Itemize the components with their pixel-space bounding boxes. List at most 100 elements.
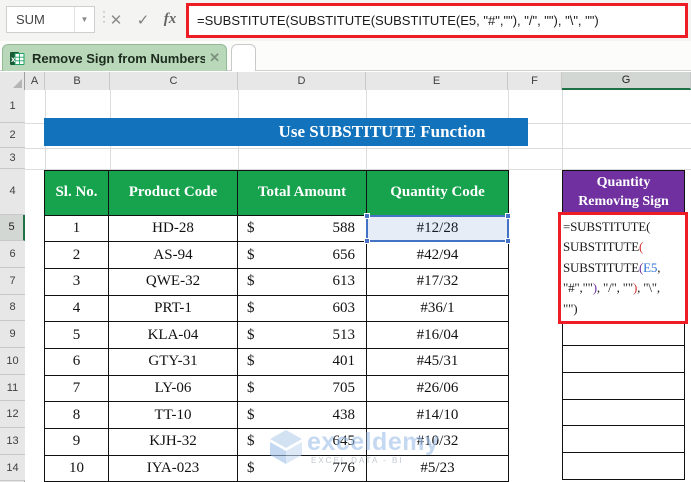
cell-total-amount[interactable]: $613	[238, 268, 367, 296]
table-row: 6 GTY-31 $401 #45/31	[45, 348, 509, 376]
row-header-3[interactable]: 3	[0, 148, 25, 169]
row-header-14[interactable]: 14	[0, 454, 25, 482]
cell-product-code[interactable]: LY-06	[109, 375, 238, 403]
column-header-G[interactable]: G	[562, 72, 691, 90]
cell-quantity-code[interactable]: #14/10	[367, 402, 509, 429]
row-header-6[interactable]: 6	[0, 241, 25, 268]
cell-total-amount[interactable]: $656	[238, 242, 367, 269]
result-empty-cell[interactable]	[563, 426, 685, 453]
cell-sl-no[interactable]: 4	[45, 295, 109, 323]
cell-quantity-code[interactable]: #26/06	[367, 375, 509, 403]
result-header-line2: Removing Sign	[578, 194, 669, 209]
sheet-tab-active[interactable]: x Remove Sign from Numbers * ✕	[2, 44, 227, 71]
result-empty-cell[interactable]	[563, 319, 685, 347]
enter-button[interactable]: ✓	[130, 6, 156, 33]
new-sheet-tab-stub[interactable]	[231, 44, 256, 71]
excel-window: SUM ▼ ⋮ ✕ ✓ fx =SUBSTITUTE(SUBSTITUTE(SU…	[0, 0, 691, 482]
cell-sl-no[interactable]: 9	[45, 429, 109, 456]
cell-quantity-code[interactable]: #17/32	[367, 268, 509, 296]
table-row: 7 LY-06 $705 #26/06	[45, 375, 509, 403]
table-row: 5 KLA-04 $513 #16/04	[45, 322, 509, 349]
table-row: 9 KJH-32 $645 #10/32	[45, 429, 509, 456]
formula-line: "")	[563, 300, 578, 316]
column-header-A[interactable]: A	[25, 72, 45, 90]
cell-product-code[interactable]: QWE-32	[109, 268, 238, 296]
corner-triangle-icon	[13, 79, 22, 88]
cell-total-amount[interactable]: $401	[238, 348, 367, 376]
formula-line: =SUBSTITUTE(	[563, 218, 651, 234]
result-empty-cell[interactable]	[563, 346, 685, 373]
column-header-D[interactable]: D	[238, 72, 366, 90]
formula-input[interactable]: =SUBSTITUTE(SUBSTITUTE(SUBSTITUTE(E5, "#…	[186, 3, 688, 38]
svg-text:x: x	[11, 55, 16, 64]
cell-quantity-code[interactable]: #42/94	[367, 242, 509, 269]
result-empty-cell[interactable]	[563, 399, 685, 427]
cell-quantity-code[interactable]: #45/31	[367, 348, 509, 376]
selection-handle[interactable]	[505, 212, 511, 219]
column-header-F[interactable]: F	[508, 72, 562, 90]
column-headers: ABCDEFG	[0, 72, 691, 90]
table-header-cell: Total Amount	[238, 170, 367, 216]
cell-product-code[interactable]: KLA-04	[109, 322, 238, 349]
tab-close-icon[interactable]: ✕	[205, 50, 220, 66]
cell-product-code[interactable]: KJH-32	[109, 429, 238, 456]
row-header-9[interactable]: 9	[0, 321, 25, 348]
cell-product-code[interactable]: AS-94	[109, 242, 238, 269]
result-column-header[interactable]: Quantity Removing Sign	[562, 169, 685, 215]
title-banner[interactable]: Use SUBSTITUTE Function	[44, 118, 528, 146]
select-all-corner[interactable]	[0, 72, 25, 90]
cell-sl-no[interactable]: 8	[45, 402, 109, 429]
cell-total-amount[interactable]: $776	[238, 455, 367, 482]
row-header-4[interactable]: 4	[0, 169, 25, 215]
column-header-E[interactable]: E	[366, 72, 508, 90]
cell-product-code[interactable]: TT-10	[109, 402, 238, 429]
cell-quantity-code[interactable]: #10/32	[367, 429, 509, 456]
cell-sl-no[interactable]: 1	[45, 215, 109, 243]
row-header-7[interactable]: 7	[0, 267, 25, 295]
name-box-dropdown-icon[interactable]: ▼	[74, 7, 94, 32]
row-header-10[interactable]: 10	[0, 348, 25, 375]
cell-product-code[interactable]: GTY-31	[109, 348, 238, 376]
row-header-2[interactable]: 2	[0, 123, 25, 148]
cancel-button[interactable]: ✕	[103, 6, 129, 33]
table-row: 10 IYA-023 $776 #5/23	[45, 455, 509, 482]
row-header-8[interactable]: 8	[0, 294, 25, 322]
selection-handle[interactable]	[364, 238, 370, 245]
cell-total-amount[interactable]: $513	[238, 322, 367, 349]
column-header-B[interactable]: B	[45, 72, 110, 90]
row-header-12[interactable]: 12	[0, 401, 25, 429]
row-header-1[interactable]: 1	[0, 90, 25, 123]
cell-total-amount[interactable]: $603	[238, 295, 367, 323]
cell-sl-no[interactable]: 2	[45, 242, 109, 269]
insert-function-button[interactable]: fx	[157, 6, 183, 33]
cell-quantity-code[interactable]: #16/04	[367, 322, 509, 349]
selection-handle[interactable]	[505, 238, 511, 245]
formula-line: SUBSTITUTE(E5,	[563, 259, 661, 275]
cell-total-amount[interactable]: $705	[238, 375, 367, 403]
cell-product-code[interactable]: PRT-1	[109, 295, 238, 323]
cell-total-amount[interactable]: $645	[238, 429, 367, 456]
cell-total-amount[interactable]: $588	[238, 215, 367, 243]
cell-sl-no[interactable]: 6	[45, 348, 109, 376]
cell-sl-no[interactable]: 10	[45, 455, 109, 482]
cell-sl-no[interactable]: 5	[45, 322, 109, 349]
result-empty-cell[interactable]	[563, 452, 685, 480]
selection-handle[interactable]	[364, 212, 370, 219]
row-header-5[interactable]: 5	[0, 214, 25, 242]
sheet-canvas: Use SUBSTITUTE Function Sl. No. Product C…	[25, 90, 691, 482]
cell-quantity-code[interactable]: #5/23	[367, 455, 509, 482]
cell-product-code[interactable]: HD-28	[109, 215, 238, 243]
table-header-cell: Quantity Code	[367, 170, 509, 216]
cell-sl-no[interactable]: 3	[45, 268, 109, 296]
row-header-13[interactable]: 13	[0, 428, 25, 455]
cell-quantity-code[interactable]: #36/1	[367, 295, 509, 323]
column-header-C[interactable]: C	[110, 72, 238, 90]
name-box[interactable]: SUM ▼	[6, 6, 95, 33]
cell-reference-highlight-E5[interactable]	[364, 212, 511, 245]
cell-sl-no[interactable]: 7	[45, 375, 109, 403]
result-empty-cell[interactable]	[563, 372, 685, 400]
formula-cell-G5[interactable]: =SUBSTITUTE(SUBSTITUTE(SUBSTITUTE(E5, "#"…	[558, 211, 688, 324]
row-header-11[interactable]: 11	[0, 374, 25, 402]
cell-total-amount[interactable]: $438	[238, 402, 367, 429]
cell-product-code[interactable]: IYA-023	[109, 455, 238, 482]
